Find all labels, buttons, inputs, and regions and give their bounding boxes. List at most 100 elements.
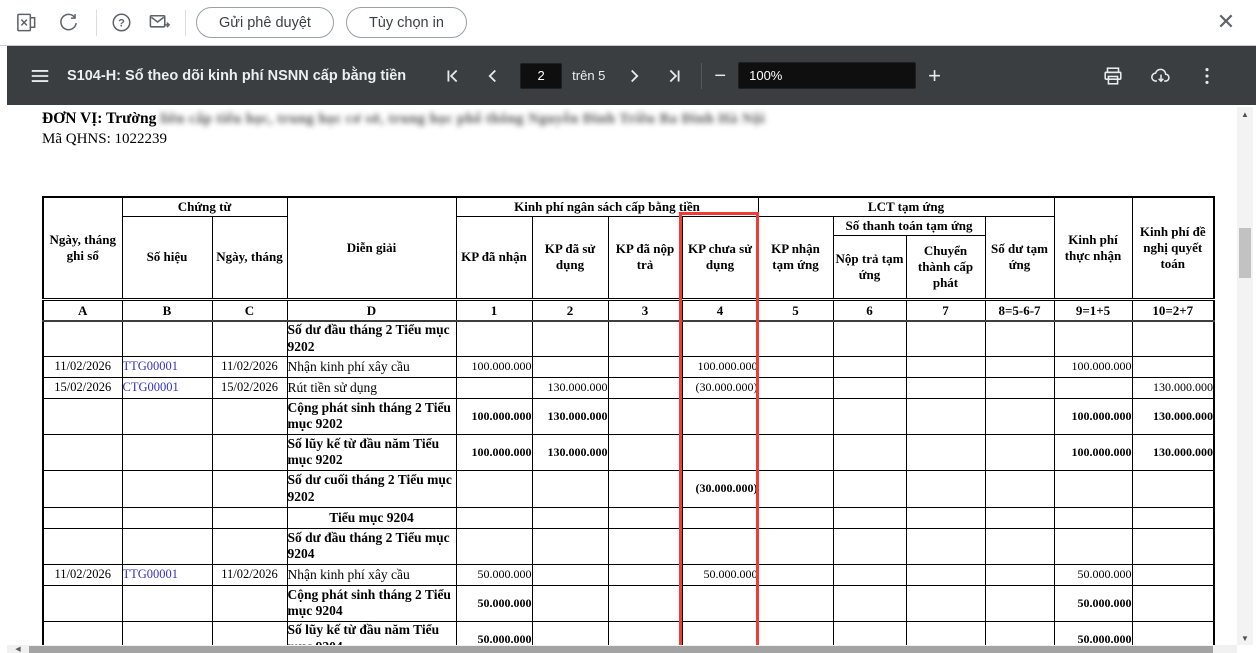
cell-value-9 bbox=[1054, 377, 1132, 398]
toolbar-divider bbox=[185, 10, 186, 36]
cell-value-6 bbox=[833, 528, 906, 564]
voucher-link[interactable]: TTG00001 bbox=[122, 564, 212, 585]
cell-so-hieu bbox=[122, 321, 212, 356]
cell-value-4: (30.000.000) bbox=[682, 377, 758, 398]
cell-value-8 bbox=[985, 434, 1054, 470]
table-row: Số dư đầu tháng 2 Tiểu mục 9202 bbox=[43, 321, 1214, 356]
cell-value-6 bbox=[833, 398, 906, 434]
unit-line: ĐƠN VỊ: Trường liên cấp tiểu học, trung … bbox=[42, 110, 765, 128]
close-icon[interactable]: ✕ bbox=[1212, 8, 1240, 36]
last-page-icon[interactable] bbox=[661, 63, 687, 89]
cell-dien-giai: Rút tiền sử dụng bbox=[287, 377, 456, 398]
cell-value-9: 50.000.000 bbox=[1054, 585, 1132, 621]
report-title: S104-H: Sổ theo dõi kinh phí NSNN cấp bằ… bbox=[67, 68, 406, 84]
cell-value-1: 100.000.000 bbox=[456, 434, 532, 470]
header-cell: Diễn giải bbox=[287, 197, 456, 299]
cell-so-hieu bbox=[122, 470, 212, 507]
unit-name-redacted: liên cấp tiểu học, trung học cơ sở, trun… bbox=[160, 111, 765, 127]
header-cell: Nộp trả tạm ứng bbox=[833, 235, 906, 299]
page-number-input[interactable] bbox=[520, 63, 562, 89]
column-letter: D bbox=[287, 299, 456, 321]
help-icon[interactable]: ? bbox=[107, 9, 135, 37]
cell-value-9: 100.000.000 bbox=[1054, 398, 1132, 434]
menu-icon[interactable] bbox=[27, 63, 53, 89]
top-toolbar: ? Gửi phê duyệt Tùy chọn in ✕ bbox=[0, 0, 1256, 46]
header-cell: KP đã nhận bbox=[456, 216, 532, 299]
header-cell: KP đã nộp trả bbox=[608, 216, 682, 299]
cell-value-7 bbox=[906, 564, 985, 585]
cell-ngay-ghi-so bbox=[43, 470, 122, 507]
vertical-scrollbar[interactable]: ▲ ▼ bbox=[1237, 107, 1253, 645]
cell-dien-giai: Số dư cuối tháng 2 Tiểu mục 9202 bbox=[287, 470, 456, 507]
zoom-in-icon[interactable]: + bbox=[928, 65, 941, 87]
column-letter: A bbox=[43, 299, 122, 321]
zoom-out-icon[interactable]: − bbox=[714, 66, 726, 86]
voucher-link[interactable]: CTG00001 bbox=[122, 377, 212, 398]
cell-so-hieu bbox=[122, 398, 212, 434]
viewer-toolbar: S104-H: Sổ theo dõi kinh phí NSNN cấp bằ… bbox=[7, 46, 1256, 105]
previous-page-icon[interactable] bbox=[480, 63, 506, 89]
cell-value-7 bbox=[906, 528, 985, 564]
toolbar-divider bbox=[96, 10, 97, 36]
column-letter: 1 bbox=[456, 299, 532, 321]
cell-value-3 bbox=[608, 434, 682, 470]
column-letter: 10=2+7 bbox=[1132, 299, 1214, 321]
voucher-link[interactable]: TTG00001 bbox=[122, 356, 212, 377]
cell-value-1: 100.000.000 bbox=[456, 398, 532, 434]
download-icon[interactable] bbox=[1148, 63, 1174, 89]
first-page-icon[interactable] bbox=[440, 63, 466, 89]
cell-value-9 bbox=[1054, 470, 1132, 507]
cell-ngay-ghi-so bbox=[43, 507, 122, 528]
cell-value-10 bbox=[1132, 528, 1214, 564]
scroll-left-icon[interactable]: ◀ bbox=[9, 645, 27, 653]
cell-dien-giai: Tiểu mục 9204 bbox=[287, 507, 456, 528]
excel-export-icon[interactable] bbox=[12, 9, 40, 37]
horizontal-scrollbar[interactable]: ◀ bbox=[7, 645, 1237, 653]
cell-value-10 bbox=[1132, 356, 1214, 377]
cell-value-7 bbox=[906, 507, 985, 528]
header-cell: Kinh phí thực nhận bbox=[1054, 197, 1132, 299]
cell-ngay-ghi-so bbox=[43, 585, 122, 621]
table-row: 11/02/2026TTG0000111/02/2026Nhận kinh ph… bbox=[43, 356, 1214, 377]
column-letter: 4 bbox=[682, 299, 758, 321]
refresh-icon[interactable] bbox=[54, 9, 82, 37]
send-approval-button[interactable]: Gửi phê duyệt bbox=[196, 7, 334, 38]
vertical-scroll-thumb[interactable] bbox=[1239, 228, 1251, 278]
column-letter: 6 bbox=[833, 299, 906, 321]
more-menu-icon[interactable] bbox=[1194, 63, 1220, 89]
cell-ngay-ghi-so bbox=[43, 321, 122, 356]
cell-value-1 bbox=[456, 377, 532, 398]
cell-value-2 bbox=[532, 528, 608, 564]
scroll-down-icon[interactable]: ▼ bbox=[1237, 631, 1253, 645]
cell-value-2 bbox=[532, 564, 608, 585]
cell-value-7 bbox=[906, 434, 985, 470]
header-cell: Chuyển thành cấp phát bbox=[906, 235, 985, 299]
cell-value-5 bbox=[758, 507, 833, 528]
column-letter: C bbox=[212, 299, 287, 321]
next-page-icon[interactable] bbox=[621, 63, 647, 89]
document-page: ĐƠN VỊ: Trường liên cấp tiểu học, trung … bbox=[7, 105, 1256, 653]
cell-ngay-thang bbox=[212, 528, 287, 564]
scroll-up-icon[interactable]: ▲ bbox=[1237, 107, 1253, 121]
cell-value-6 bbox=[833, 470, 906, 507]
zoom-level-select[interactable]: 100% bbox=[738, 62, 916, 89]
cell-dien-giai: Nhận kinh phí xây cầu bbox=[287, 356, 456, 377]
cell-value-4: 100.000.000 bbox=[682, 356, 758, 377]
cell-value-10 bbox=[1132, 321, 1214, 356]
cell-value-8 bbox=[985, 585, 1054, 621]
cell-value-5 bbox=[758, 528, 833, 564]
cell-ngay-thang bbox=[212, 470, 287, 507]
cell-value-1 bbox=[456, 321, 532, 356]
send-email-icon[interactable] bbox=[145, 9, 173, 37]
horizontal-scroll-thumb[interactable] bbox=[29, 646, 1213, 653]
cell-value-7 bbox=[906, 398, 985, 434]
cell-value-6 bbox=[833, 585, 906, 621]
header-cell: KP chưa sử dụng bbox=[682, 216, 758, 299]
print-options-button[interactable]: Tùy chọn in bbox=[346, 7, 467, 38]
header-cell: KP nhận tạm ứng bbox=[758, 216, 833, 299]
column-letter: 8=5-6-7 bbox=[985, 299, 1054, 321]
cell-value-9: 50.000.000 bbox=[1054, 564, 1132, 585]
print-icon[interactable] bbox=[1100, 63, 1126, 89]
cell-value-9 bbox=[1054, 528, 1132, 564]
cell-value-4 bbox=[682, 398, 758, 434]
